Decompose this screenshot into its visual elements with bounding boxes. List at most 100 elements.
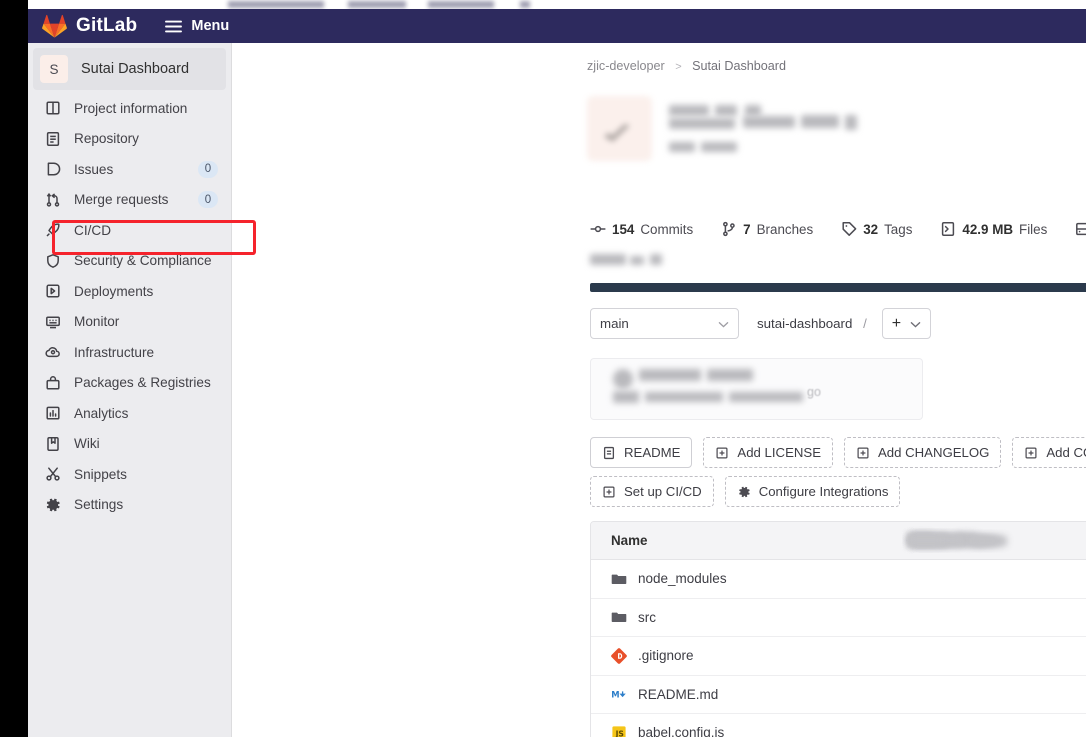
add-to-repo-button[interactable]: + <box>881 308 932 339</box>
tab-ghost <box>428 1 494 8</box>
book-icon <box>44 435 61 452</box>
stat-storage[interactable]: 42.9 MB Storage <box>1075 221 1086 237</box>
file-name: node_modules <box>638 571 727 587</box>
sidebar-item-settings[interactable]: Settings <box>28 490 231 521</box>
table-row[interactable]: .gitignore <box>591 535 1086 676</box>
stat-commits[interactable]: 154 Commits <box>590 221 693 237</box>
file-table-header: Name <box>591 522 1086 560</box>
sidebar-item-label: Repository <box>74 131 139 147</box>
rocket-icon <box>44 222 61 239</box>
plus-box-icon <box>603 485 615 498</box>
branch-icon <box>723 221 735 237</box>
stat-files[interactable]: 42.9 MB Files <box>940 221 1047 237</box>
sidebar-item-issues[interactable]: Issues 0 <box>28 154 231 185</box>
branch-select-value: main <box>600 316 629 331</box>
merge-requests-icon <box>44 191 61 208</box>
file-name: src <box>638 609 656 625</box>
hamburger-icon <box>165 20 183 32</box>
chevron-down-icon <box>910 315 921 333</box>
sidebar-item-merge-requests[interactable]: Merge requests 0 <box>28 185 231 216</box>
sidebar-item-analytics[interactable]: Analytics <box>28 398 231 429</box>
folder-icon <box>611 612 627 623</box>
chart-icon <box>44 405 61 422</box>
sidebar-item-ci-cd[interactable]: CI/CD <box>28 215 231 246</box>
sidebar-item-deployments[interactable]: Deployments <box>28 276 231 307</box>
sidebar-project-header[interactable]: S Sutai Dashboard <box>33 48 226 90</box>
gitlab-brand-label: GitLab <box>76 15 138 36</box>
language-bar <box>590 283 1086 292</box>
path-separator: / <box>863 316 867 331</box>
deployments-icon <box>44 283 61 300</box>
sidebar-item-label: Security & Compliance <box>74 253 212 269</box>
sidebar-item-wiki[interactable]: Wiki <box>28 429 231 460</box>
table-row[interactable]: M README.md <box>591 535 1086 714</box>
stat-value: 7 <box>743 221 751 237</box>
stat-value: 42.9 MB <box>962 221 1014 237</box>
branch-row: main sutai-dashboard / + <box>590 308 932 339</box>
sidebar-item-monitor[interactable]: Monitor <box>28 307 231 338</box>
breadcrumb-current[interactable]: Sutai Dashboard <box>692 59 786 73</box>
repository-icon <box>44 130 61 147</box>
commit-icon <box>590 225 606 233</box>
stat-value: 32 <box>863 221 879 237</box>
breadcrumb-owner[interactable]: zjic-developer <box>587 59 665 73</box>
sidebar-item-security-compliance[interactable]: Security & Compliance <box>28 246 231 277</box>
issues-icon <box>44 161 61 178</box>
file-name: README.md <box>638 686 719 702</box>
action-label: Set up CI/CD <box>624 484 702 499</box>
stat-tags[interactable]: 32 Tags <box>841 221 912 237</box>
setup-cicd-button[interactable]: Set up CI/CD <box>590 476 714 507</box>
table-row[interactable]: JS babel.config.js <box>591 535 1086 737</box>
stat-value: 154 <box>612 221 635 237</box>
merge-requests-count-badge: 0 <box>198 191 218 209</box>
stat-label: Tags <box>884 221 913 237</box>
sidebar-item-label: Issues <box>74 161 114 177</box>
tab-ghost <box>348 1 406 8</box>
branch-select[interactable]: main <box>590 308 739 339</box>
javascript-icon: JS <box>612 726 626 737</box>
repo-action-buttons: README Add LICENSE Add CHANGELOG Add C S… <box>590 437 1086 515</box>
sidebar-item-label: Packages & Registries <box>74 375 211 391</box>
main-content: zjic-developer > Sutai Dashboard 154 Com… <box>232 43 1086 737</box>
add-license-button[interactable]: Add LICENSE <box>703 437 833 468</box>
table-row[interactable]: node_modules <box>591 535 1086 599</box>
menu-label: Menu <box>191 18 230 34</box>
svg-text:JS: JS <box>615 729 624 737</box>
stat-branches[interactable]: 7 Branches <box>721 221 813 237</box>
stat-label: Commits <box>640 221 694 237</box>
table-row[interactable]: src <box>591 535 1086 637</box>
sidebar-item-label: Settings <box>74 497 124 513</box>
breadcrumb: zjic-developer > Sutai Dashboard <box>587 59 786 73</box>
tag-icon <box>842 222 857 236</box>
plus-box-icon <box>857 446 869 459</box>
tab-ghost <box>228 1 324 8</box>
action-row-1: README Add LICENSE Add CHANGELOG Add C <box>590 437 1086 468</box>
column-header-name: Name <box>611 533 648 548</box>
issues-count-badge: 0 <box>198 160 218 178</box>
readme-button[interactable]: README <box>590 437 693 468</box>
sidebar-item-packages-registries[interactable]: Packages & Registries <box>28 368 231 399</box>
file-name: .gitignore <box>638 648 694 664</box>
project-name-label: Sutai Dashboard <box>81 61 190 77</box>
gear-icon <box>738 486 750 497</box>
sidebar-item-infrastructure[interactable]: Infrastructure <box>28 337 231 368</box>
sidebar-item-project-information[interactable]: Project information <box>28 93 231 124</box>
breadcrumb-separator: > <box>675 61 682 73</box>
browser-viewport: GitLab Menu S Sutai Dashboard Project in… <box>28 0 1086 737</box>
repo-path-label: sutai-dashboard <box>757 316 853 331</box>
configure-integrations-button[interactable]: Configure Integrations <box>724 476 901 507</box>
sidebar-item-label: Merge requests <box>74 192 169 208</box>
main-menu-button[interactable]: Menu <box>165 18 229 34</box>
file-icon <box>603 446 615 459</box>
action-label: README <box>624 445 681 460</box>
add-contributing-button[interactable]: Add CONTRIBUTING <box>1012 437 1086 468</box>
sidebar-item-label: Deployments <box>74 283 154 299</box>
gitlab-logo-icon[interactable] <box>42 14 67 38</box>
file-table: Name node_modules src .gitignore M READM… <box>590 521 1086 737</box>
sidebar-item-repository[interactable]: Repository <box>28 124 231 155</box>
sidebar-nav-list: Project information Repository Issues 0 … <box>28 93 231 520</box>
project-sidebar: S Sutai Dashboard Project information Re… <box>28 43 256 737</box>
sidebar-item-snippets[interactable]: Snippets <box>28 459 231 490</box>
add-changelog-button[interactable]: Add CHANGELOG <box>843 437 1002 468</box>
repo-path[interactable]: sutai-dashboard / <box>757 316 867 331</box>
